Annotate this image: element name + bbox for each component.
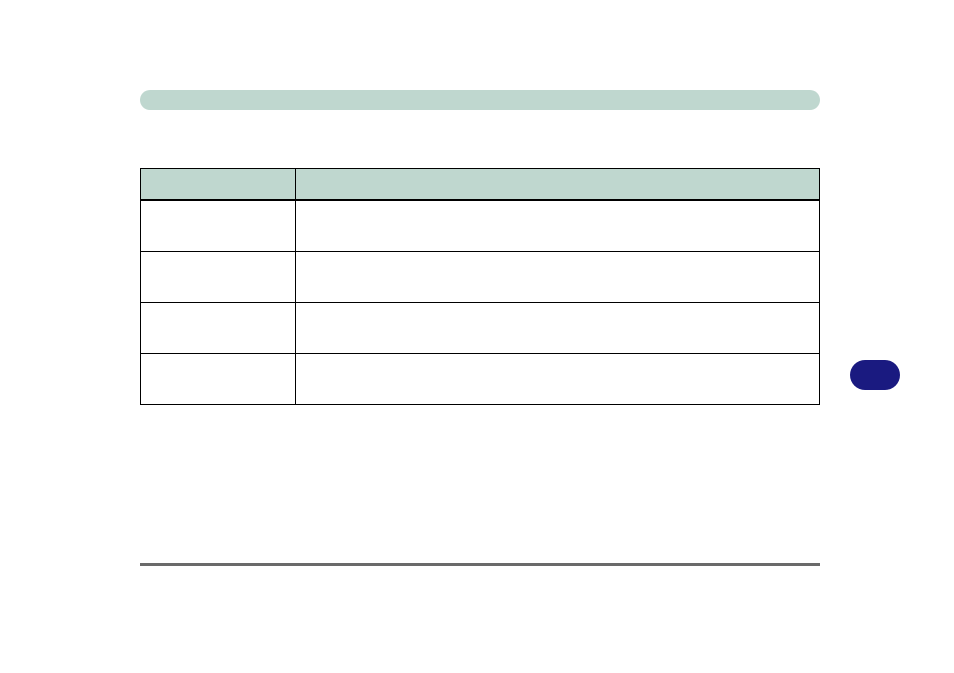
table-cell (141, 252, 296, 303)
side-pill-button[interactable] (850, 360, 900, 390)
table-cell (295, 303, 819, 354)
table-cell (295, 200, 819, 252)
table-header-row (141, 169, 820, 201)
section-header-bar (140, 90, 820, 110)
table-column-header (141, 169, 296, 201)
table-row (141, 252, 820, 303)
table-row (141, 303, 820, 354)
table-row (141, 200, 820, 252)
table-cell (295, 354, 819, 405)
table-cell (141, 200, 296, 252)
table-cell (141, 303, 296, 354)
table-cell (295, 252, 819, 303)
document-table (140, 168, 820, 405)
table-row (141, 354, 820, 405)
table-cell (141, 354, 296, 405)
footer-separator (140, 563, 820, 566)
table-column-header (295, 169, 819, 201)
